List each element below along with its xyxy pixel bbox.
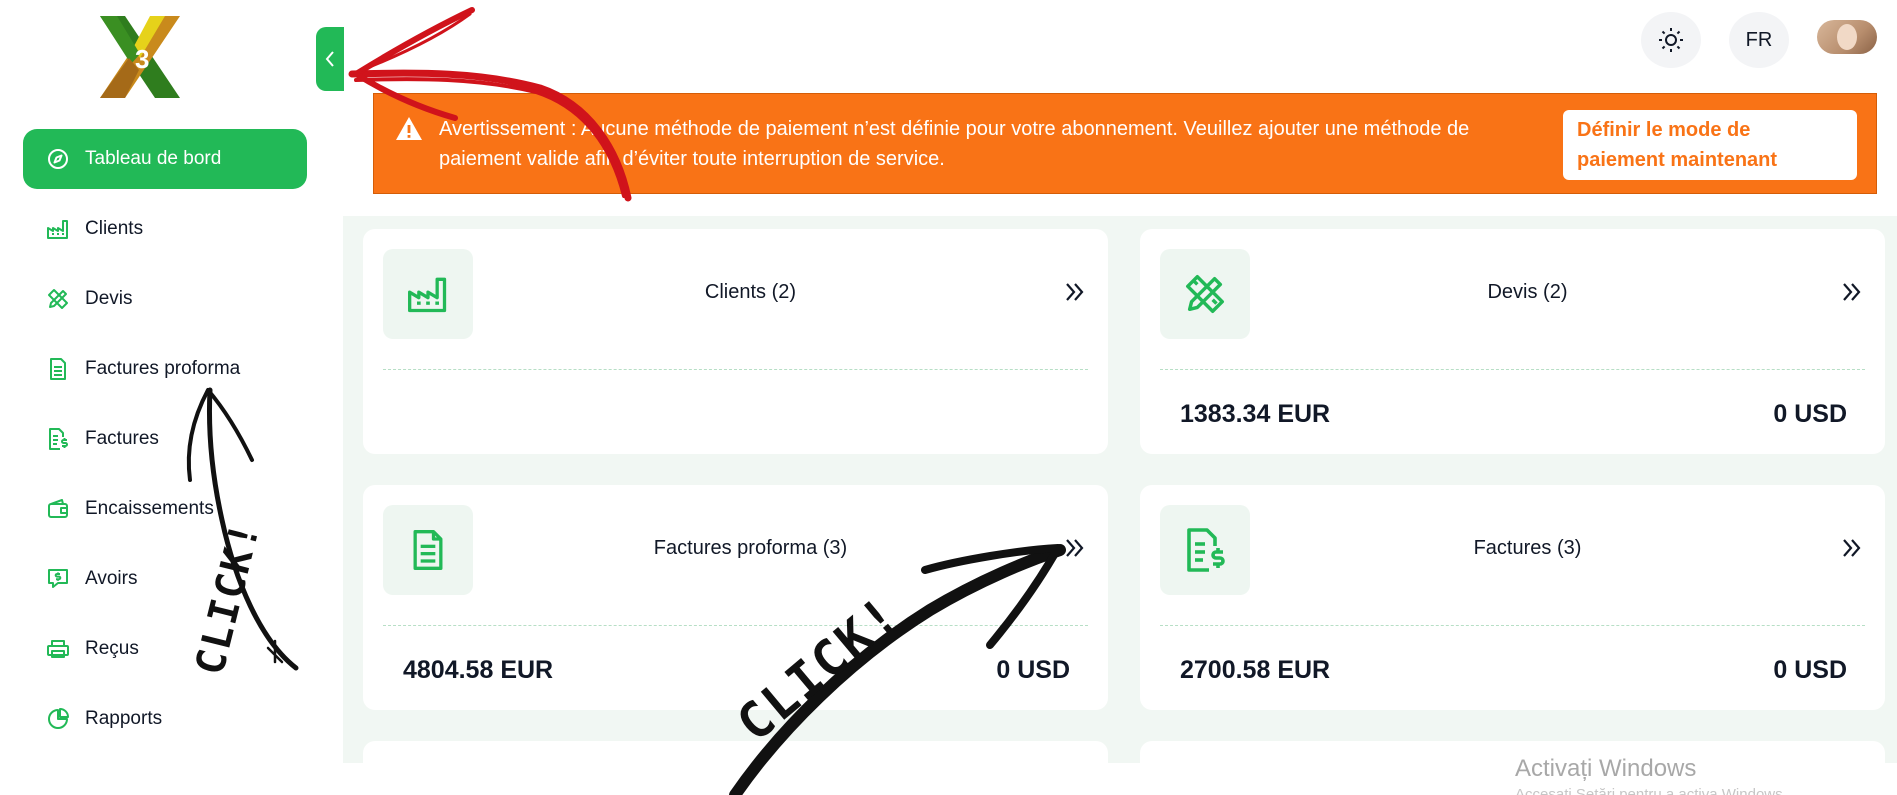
- sidebar-nav: Tableau de bord Clients Devis Factures p…: [23, 129, 307, 759]
- sidebar-item-tableau-de-bord[interactable]: Tableau de bord: [23, 129, 307, 189]
- card-divider: [1160, 369, 1865, 370]
- windows-activation-watermark: Activați Windows: [1515, 755, 1697, 782]
- sidebar-item-label: Factures: [85, 428, 159, 449]
- sidebar-item-avoirs[interactable]: Avoirs: [23, 549, 307, 609]
- card-divider: [1160, 625, 1865, 626]
- pencil-ruler-icon: [45, 286, 71, 312]
- warning-banner: Avertissement : Aucune méthode de paieme…: [373, 93, 1877, 194]
- card-title: Clients (2): [704, 281, 797, 303]
- printer-icon: [45, 636, 71, 662]
- chevrons-right-icon[interactable]: [1062, 279, 1088, 305]
- amount-eur: 1383.34 EUR: [1180, 400, 1331, 428]
- pencil-ruler-icon: [1160, 249, 1250, 339]
- card-title: Devis (2): [1487, 281, 1568, 303]
- sidebar-item-label: Encaissements: [85, 498, 214, 519]
- app-logo[interactable]: 3: [95, 14, 185, 100]
- sidebar-item-devis[interactable]: Devis: [23, 269, 307, 329]
- sidebar: 3 Tableau de bord Clients Devis Factures…: [0, 0, 340, 795]
- sidebar-item-label: Factures proforma: [85, 358, 241, 379]
- warning-icon: [395, 115, 425, 145]
- sidebar-item-label: Tableau de bord: [85, 148, 222, 169]
- set-payment-method-button[interactable]: Définir le mode de paiement maintenant: [1563, 110, 1857, 180]
- svg-text:3: 3: [135, 44, 149, 74]
- sidebar-item-label: Rapports: [85, 708, 163, 729]
- card-title: Factures proforma (3): [653, 537, 848, 559]
- language-button[interactable]: FR: [1729, 12, 1789, 68]
- wallet-icon: [45, 496, 71, 522]
- theme-toggle-button[interactable]: [1641, 12, 1701, 68]
- chevrons-right-icon[interactable]: [1062, 535, 1088, 561]
- chevron-left-icon: [325, 51, 334, 67]
- stat-card-factures-proforma: Factures proforma (3) 4804.58 EUR 0 USD: [363, 485, 1108, 710]
- sidebar-item-label: Devis: [85, 288, 133, 309]
- amount-usd: 0 USD: [1773, 656, 1847, 684]
- sidebar-item-label: Avoirs: [85, 568, 138, 589]
- amount-eur: 4804.58 EUR: [403, 656, 554, 684]
- sidebar-item-label: Reçus: [85, 638, 139, 659]
- sidebar-item-label: Clients: [85, 218, 144, 239]
- chevrons-right-icon[interactable]: [1839, 279, 1865, 305]
- document-icon: [45, 356, 71, 382]
- user-avatar[interactable]: [1817, 20, 1877, 54]
- amount-usd: 0 USD: [996, 656, 1070, 684]
- factory-icon: [45, 216, 71, 242]
- sidebar-item-recus[interactable]: Reçus: [23, 619, 307, 679]
- sidebar-item-rapports[interactable]: Rapports: [23, 689, 307, 749]
- warning-banner-text: Avertissement : Aucune méthode de paieme…: [439, 117, 1470, 170]
- sidebar-item-clients[interactable]: Clients: [23, 199, 307, 259]
- invoice-dollar-icon: [1160, 505, 1250, 595]
- amount-eur: 2700.58 EUR: [1180, 656, 1331, 684]
- sidebar-item-factures-proforma[interactable]: Factures proforma: [23, 339, 307, 399]
- amount-usd: 0 USD: [1773, 400, 1847, 428]
- card-title: Factures (3): [1473, 537, 1582, 559]
- language-label: FR: [1745, 28, 1773, 51]
- sidebar-item-factures[interactable]: Factures: [23, 409, 307, 469]
- invoice-dollar-icon: [45, 426, 71, 452]
- pie-chart-icon: [45, 706, 71, 732]
- sidebar-collapse-button[interactable]: [316, 27, 344, 91]
- stat-card-clients: Clients (2): [363, 229, 1108, 454]
- sun-icon: [1659, 28, 1683, 52]
- document-icon: [383, 505, 473, 595]
- app-window: 3 Tableau de bord Clients Devis Factures…: [0, 0, 1897, 795]
- compass-icon: [45, 146, 71, 172]
- windows-activation-subtitle: Accesați Setări pentru a activa Windows.: [1515, 786, 1787, 795]
- chevrons-right-icon[interactable]: [1839, 535, 1865, 561]
- stat-card-devis: Devis (2) 1383.34 EUR 0 USD: [1140, 229, 1885, 454]
- card-divider: [383, 369, 1088, 370]
- stat-card-factures: Factures (3) 2700.58 EUR 0 USD: [1140, 485, 1885, 710]
- card-divider: [383, 625, 1088, 626]
- factory-icon: [383, 249, 473, 339]
- chat-dollar-icon: [45, 566, 71, 592]
